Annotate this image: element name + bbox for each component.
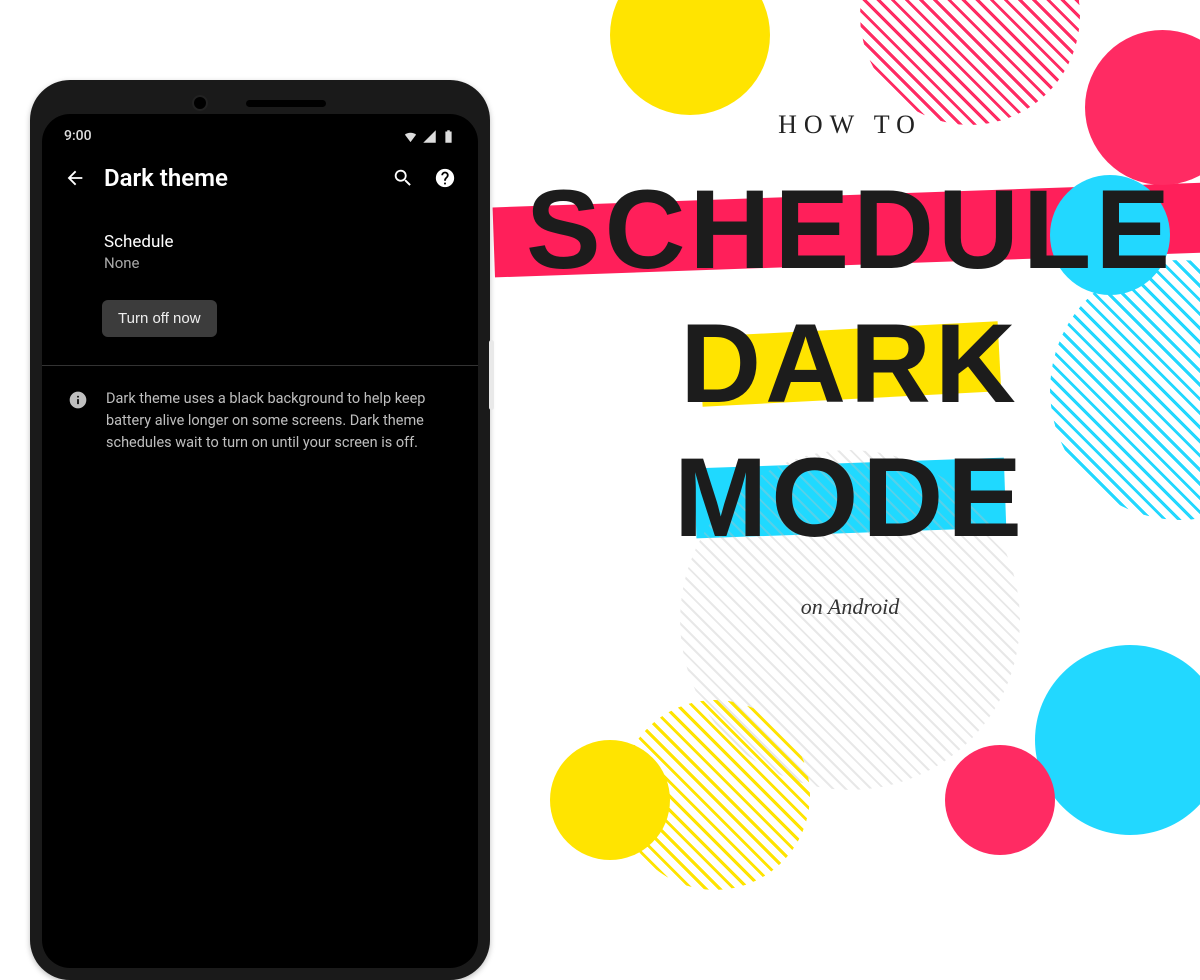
divider: [42, 365, 478, 366]
schedule-label: Schedule: [104, 232, 456, 252]
headline-word-2: DARK: [680, 308, 1020, 420]
yellow-circle-top: [610, 0, 770, 115]
headline-word-3: MODE: [674, 442, 1026, 554]
signal-icon: [422, 129, 437, 144]
help-icon[interactable]: [434, 167, 456, 189]
phone-screen: 9:00 Dark theme Schedule None Turn off n…: [42, 114, 478, 968]
search-icon[interactable]: [392, 167, 414, 189]
power-button: [489, 340, 494, 410]
schedule-setting[interactable]: Schedule None: [104, 232, 456, 272]
pink-circle-bottom: [945, 745, 1055, 855]
headline-word-1-text: SCHEDULE: [526, 167, 1174, 292]
headline-block: HOW TO SCHEDULE DARK MODE on Android: [520, 110, 1180, 620]
eyebrow-text: HOW TO: [520, 110, 1180, 140]
phone-top-bezel: [42, 92, 478, 114]
status-bar: 9:00: [64, 128, 456, 144]
hatched-pink-circle: [860, 0, 1080, 125]
info-note: Dark theme uses a black background to he…: [64, 388, 456, 453]
headline-word-1: SCHEDULE: [526, 174, 1174, 286]
info-icon: [68, 390, 88, 410]
status-time: 9:00: [64, 128, 92, 144]
headline-word-3-text: MODE: [674, 435, 1026, 560]
cyan-circle-bottom: [1035, 645, 1200, 835]
settings-header: Dark theme: [64, 164, 456, 192]
phone-mockup: 9:00 Dark theme Schedule None Turn off n…: [30, 80, 490, 980]
info-text: Dark theme uses a black background to he…: [106, 388, 452, 453]
headline-word-2-text: DARK: [680, 301, 1020, 426]
turn-off-button[interactable]: Turn off now: [102, 300, 217, 337]
back-arrow-icon[interactable]: [64, 167, 86, 189]
yellow-circle-bottom: [550, 740, 670, 860]
earpiece-speaker: [246, 100, 326, 107]
wifi-icon: [403, 129, 418, 144]
schedule-value: None: [104, 254, 456, 272]
battery-icon: [441, 129, 456, 144]
subline-text: on Android: [520, 594, 1180, 620]
front-camera: [194, 97, 206, 109]
page-title: Dark theme: [104, 164, 374, 192]
